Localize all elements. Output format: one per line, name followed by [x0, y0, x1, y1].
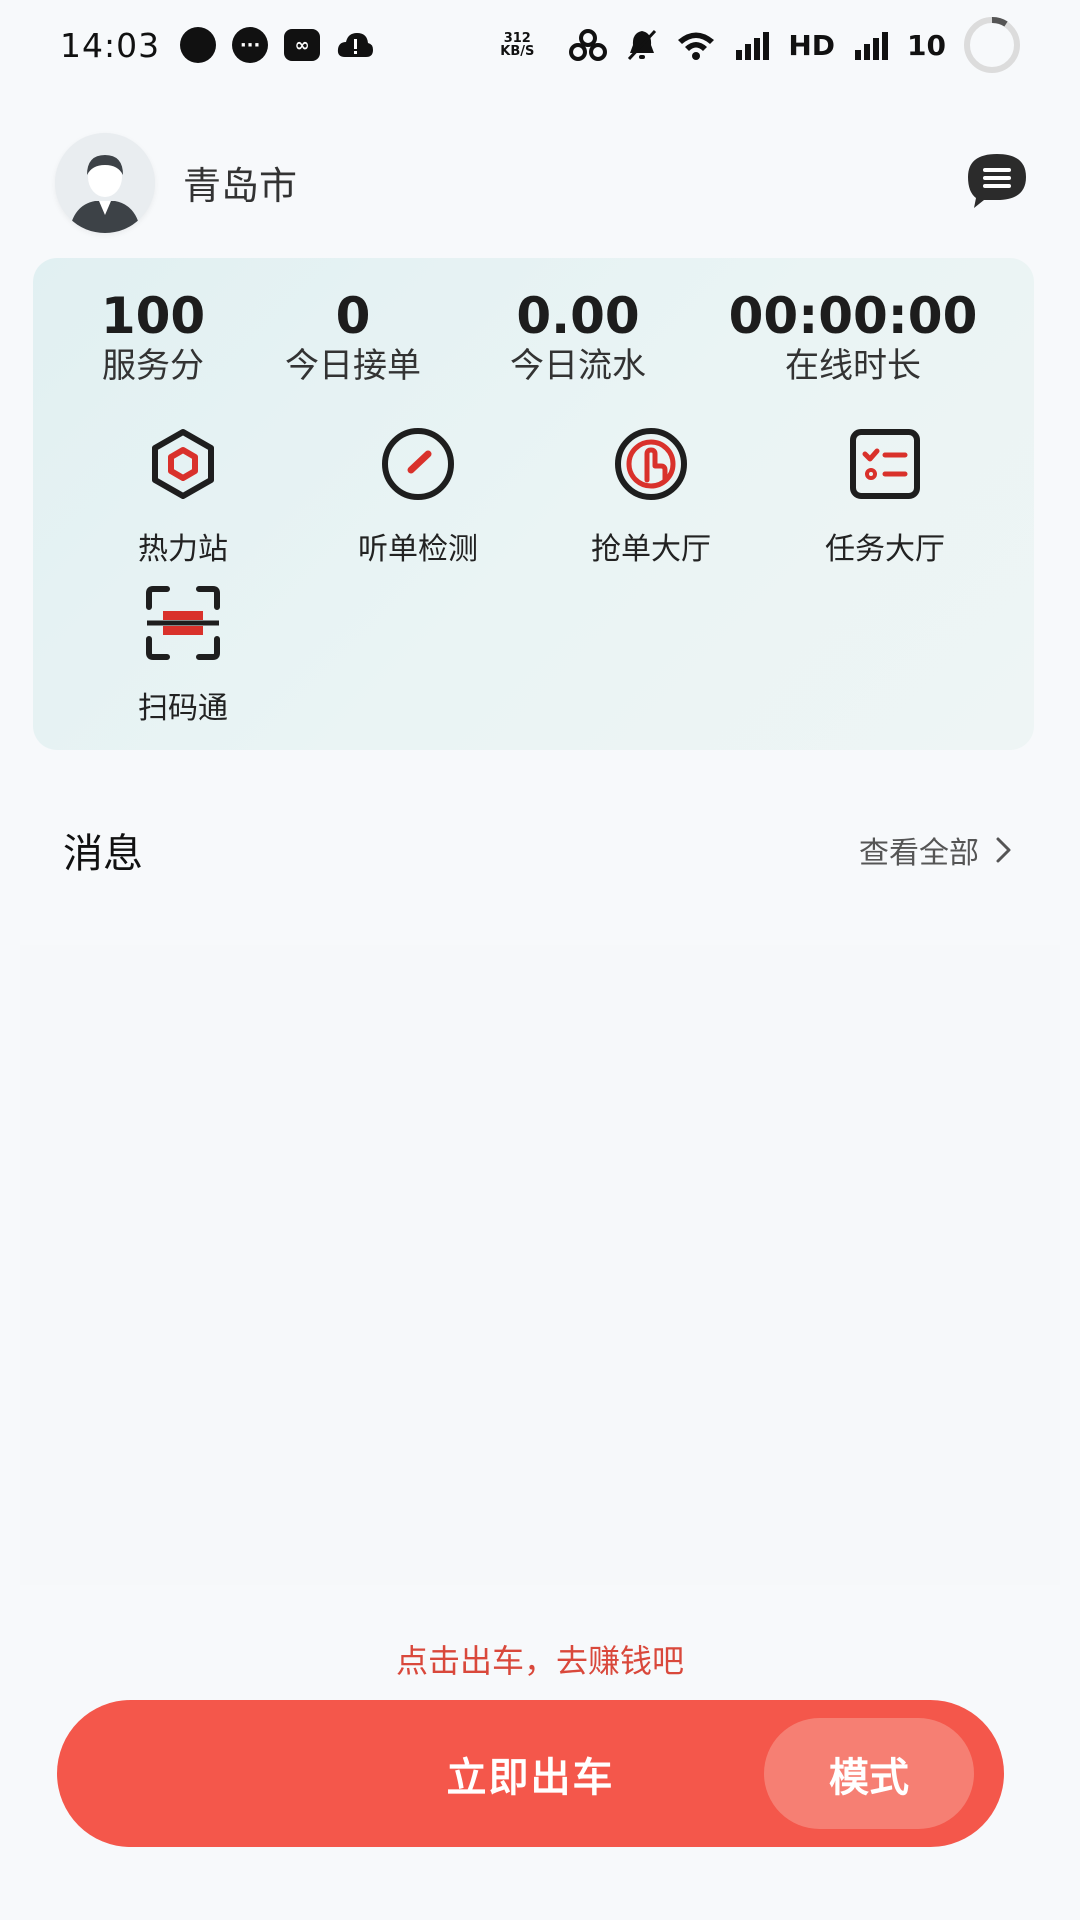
messages-title: 消息	[63, 831, 143, 877]
city-name[interactable]: 青岛市	[183, 155, 297, 210]
view-all-label: 查看全部	[859, 836, 979, 871]
stat-today-orders[interactable]: 0 今日接单	[258, 288, 448, 388]
message-menu-icon[interactable]	[964, 150, 1030, 210]
tool-scan-code[interactable]: 扫码通	[83, 583, 283, 727]
stat-label: 今日流水	[510, 346, 646, 386]
user-avatar-icon[interactable]	[55, 132, 155, 233]
stats-row: 100 服务分 0 今日接单 0.00 今日流水 00:00:00 在线时长	[33, 288, 1034, 388]
gauge-icon	[378, 424, 458, 504]
stat-value: 100	[100, 287, 206, 345]
go-hint-text: 点击出车，去赚钱吧	[395, 1642, 684, 1680]
mode-button[interactable]: 模式	[764, 1718, 974, 1829]
dashboard-card: 100 服务分 0 今日接单 0.00 今日流水 00:00:00 在线时长 热…	[33, 258, 1034, 750]
net-speed-unit: KB/S	[500, 44, 535, 59]
tool-label: 抢单大厅	[591, 532, 711, 567]
infinity-app-icon: ∞	[284, 29, 321, 61]
messages-list[interactable]	[20, 945, 1060, 1585]
header: 青岛市	[55, 132, 1030, 233]
chat-bubble-icon: ···	[232, 27, 269, 63]
cloud-warning-icon	[336, 29, 374, 61]
stat-value: 0.00	[516, 287, 640, 345]
tool-label: 听单检测	[358, 532, 478, 567]
scan-code-icon	[143, 583, 223, 663]
view-all-link[interactable]: 查看全部	[859, 828, 1013, 872]
stat-label: 今日接单	[285, 346, 421, 386]
stat-service-score[interactable]: 100 服务分	[58, 288, 248, 388]
tool-task-hall[interactable]: 任务大厅	[785, 424, 985, 568]
app-page: 14:03 ··· ∞ 312 KB/S HD 10 青岛市 100 服务分 0…	[0, 0, 1080, 1920]
tool-label: 热力站	[138, 532, 228, 567]
status-bar: 14:03 ··· ∞ 312 KB/S HD 10	[0, 0, 1080, 90]
status-time: 14:03	[60, 25, 161, 65]
stat-value: 00:00:00	[728, 287, 978, 345]
wifi-icon	[676, 29, 716, 61]
stat-value: 0	[335, 287, 371, 345]
messages-header: 消息 查看全部	[63, 820, 1013, 880]
chevron-right-icon	[996, 837, 1011, 863]
stat-online-duration[interactable]: 00:00:00 在线时长	[693, 288, 1013, 388]
go-online-button[interactable]: 立即出车 模式	[57, 1700, 1004, 1847]
tool-grab-order-hall[interactable]: 抢单大厅	[551, 424, 751, 568]
battery-ring-icon	[962, 15, 1022, 75]
task-list-icon	[845, 424, 925, 504]
stat-label: 服务分	[102, 346, 204, 386]
signal-icon	[734, 30, 774, 60]
tool-order-detection[interactable]: 听单检测	[318, 424, 518, 568]
tap-finger-icon	[611, 424, 691, 504]
hd-label: HD	[788, 28, 836, 62]
stat-label: 在线时长	[785, 346, 921, 386]
battery-level: 10	[907, 28, 946, 62]
signal-icon	[853, 30, 893, 60]
tool-label: 任务大厅	[825, 532, 945, 567]
bell-muted-icon	[626, 28, 658, 62]
net-speed: 312 KB/S	[500, 32, 534, 58]
link-icon	[568, 28, 608, 62]
tool-label: 扫码通	[138, 691, 228, 726]
tool-heat-station[interactable]: 热力站	[83, 424, 283, 568]
notification-dot-icon	[180, 27, 217, 63]
hexagon-icon	[143, 424, 223, 504]
stat-today-revenue[interactable]: 0.00 今日流水	[468, 288, 688, 388]
